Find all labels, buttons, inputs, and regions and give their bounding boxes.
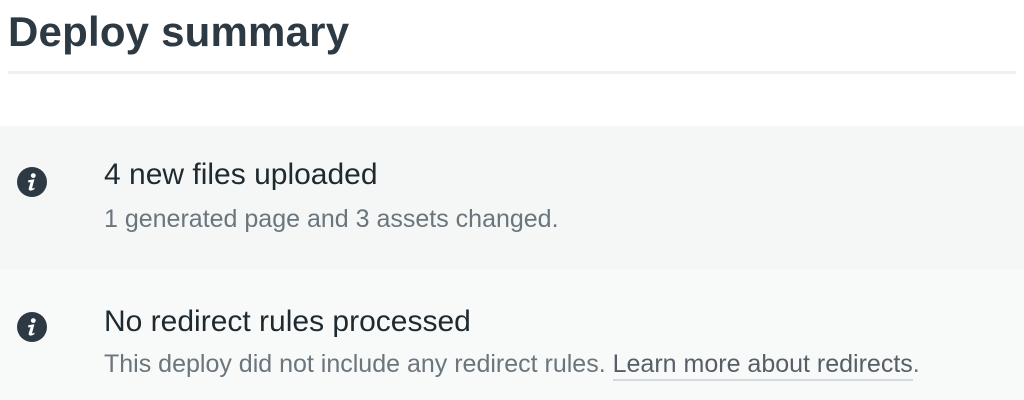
list-item-redirect-rules: No redirect rules processed This deploy …	[0, 269, 1024, 400]
description-period: .	[912, 350, 920, 378]
item-heading: 4 new files uploaded	[104, 158, 378, 191]
summary-list: 4 new files uploaded 1 generated page an…	[0, 126, 1024, 400]
deploy-summary-panel: Deploy summary 4 new files uploaded 1 ge…	[0, 0, 1024, 400]
item-heading: No redirect rules processed	[104, 305, 471, 338]
learn-more-redirects-link[interactable]: Learn more about redirects	[612, 350, 913, 381]
list-item-files-uploaded: 4 new files uploaded 1 generated page an…	[0, 126, 1024, 269]
info-icon	[17, 167, 47, 197]
info-icon	[17, 312, 47, 342]
item-description: This deploy did not include any redirect…	[104, 347, 1024, 381]
item-description: 1 generated page and 3 assets changed.	[104, 205, 559, 233]
description-text: This deploy did not include any redirect…	[104, 350, 606, 378]
page-title: Deploy summary	[8, 8, 350, 55]
header: Deploy summary	[8, 0, 1016, 74]
